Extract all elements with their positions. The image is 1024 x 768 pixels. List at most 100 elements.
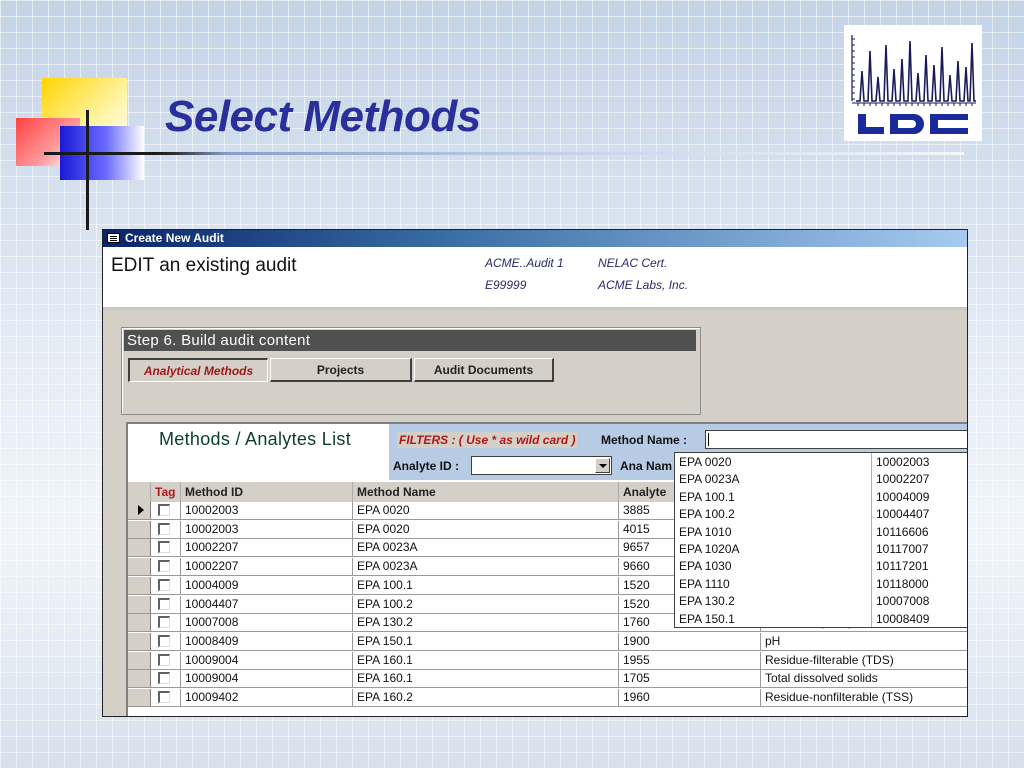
cell-method-name[interactable]: EPA 0020	[353, 502, 619, 519]
row-selector[interactable]	[128, 651, 151, 669]
cell-method-name[interactable]: EPA 160.1	[353, 670, 619, 688]
slide-title: Select Methods	[165, 92, 481, 141]
dropdown-item-id: 10007008	[876, 594, 930, 609]
tag-checkbox[interactable]	[158, 578, 170, 591]
ldc-logo	[844, 25, 982, 141]
audit-code: E99999	[485, 278, 527, 292]
tag-checkbox[interactable]	[158, 560, 170, 573]
dropdown-item[interactable]: EPA 1010 10116606	[675, 524, 967, 542]
cell-method-name[interactable]: EPA 0020	[353, 520, 619, 538]
tag-checkbox[interactable]	[158, 634, 170, 647]
row-selector[interactable]	[128, 670, 151, 688]
tag-checkbox[interactable]	[158, 672, 170, 685]
cell-method-name[interactable]: EPA 160.2	[353, 689, 619, 706]
row-selector[interactable]	[128, 576, 151, 594]
table-row[interactable]: 10008409 EPA 150.1 1900 pH	[128, 632, 967, 651]
cell-method-id[interactable]: 10008409	[181, 632, 353, 650]
decor-vertical-line	[86, 110, 89, 230]
analyte-id-combo[interactable]	[471, 456, 612, 475]
dropdown-item[interactable]: EPA 1020A 10117007	[675, 541, 967, 559]
dropdown-item-name: EPA 0023A	[679, 472, 740, 487]
cell-method-id[interactable]: 10007008	[181, 614, 353, 632]
cell-method-id[interactable]: 10004009	[181, 576, 353, 594]
cell-method-name[interactable]: EPA 150.1	[353, 632, 619, 650]
cell-analyte-name[interactable]: pH	[761, 633, 967, 650]
cell-analyte-id[interactable]: 1955	[619, 651, 761, 669]
header-selector	[128, 482, 151, 502]
tag-checkbox[interactable]	[158, 541, 170, 554]
cell-method-id[interactable]: 10002207	[181, 539, 353, 557]
cell-method-name[interactable]: EPA 0023A	[353, 558, 619, 576]
tag-checkbox[interactable]	[158, 504, 170, 516]
dropdown-item-name: EPA 1030	[679, 559, 732, 574]
method-name-dropdown-list[interactable]: EPA 0020 10002003 EPA 0023A 10002207 EPA 100…	[674, 452, 967, 629]
row-selector[interactable]	[128, 689, 151, 706]
cell-method-name[interactable]: EPA 0023A	[353, 539, 619, 557]
cell-analyte-id[interactable]: 1960	[619, 689, 761, 706]
row-selector[interactable]	[128, 595, 151, 613]
row-selector[interactable]	[128, 539, 151, 557]
cell-method-id[interactable]: 10009004	[181, 670, 353, 688]
dropdown-item-name: EPA 100.1	[679, 489, 735, 504]
tab-audit-documents[interactable]: Audit Documents	[414, 358, 554, 382]
cell-analyte-id[interactable]: 1900	[619, 632, 761, 650]
cell-method-id[interactable]: 10009004	[181, 651, 353, 669]
window-titlebar[interactable]: Create New Audit	[103, 230, 967, 247]
dropdown-item[interactable]: EPA 100.1 10004009	[675, 489, 967, 507]
dropdown-item-name: EPA 100.2	[679, 507, 735, 522]
window-title: Create New Audit	[125, 231, 224, 245]
row-selector[interactable]	[128, 632, 151, 650]
cell-method-id[interactable]: 10004407	[181, 595, 353, 613]
tag-checkbox[interactable]	[158, 616, 170, 629]
tag-checkbox[interactable]	[158, 597, 170, 610]
dropdown-item-id: 10004407	[876, 507, 930, 522]
dropdown-item-id: 10008409	[876, 611, 930, 626]
method-name-input[interactable]	[705, 430, 967, 449]
cell-analyte-name[interactable]: Residue-filterable (TDS)	[761, 652, 967, 669]
cell-method-id[interactable]: 10002207	[181, 558, 353, 576]
step-panel: Step 6. Build audit content Analytical M…	[121, 327, 701, 415]
tag-checkbox[interactable]	[158, 691, 170, 703]
audit-name: ACME..Audit 1	[485, 256, 564, 270]
cell-method-name[interactable]: EPA 100.1	[353, 576, 619, 594]
cell-analyte-id[interactable]: 1705	[619, 670, 761, 688]
col-header-method-id[interactable]: Method ID	[181, 482, 353, 502]
dropdown-item-id: 10002003	[876, 455, 930, 469]
table-row[interactable]: 10009402 EPA 160.2 1960 Residue-nonfilterab…	[128, 689, 967, 707]
table-row[interactable]: 10009004 EPA 160.1 1705 Total dissolved sol…	[128, 670, 967, 689]
cell-analyte-name[interactable]: Total dissolved solids	[761, 670, 967, 687]
chevron-down-icon[interactable]	[595, 458, 610, 473]
dropdown-item[interactable]: EPA 1110 10118000	[675, 576, 967, 594]
logo-chromatogram-icon	[851, 35, 976, 106]
col-header-method-name[interactable]: Method Name	[353, 482, 619, 502]
audit-header: EDIT an existing audit ACME..Audit 1 NEL…	[103, 247, 967, 310]
lab-name: ACME Labs, Inc.	[598, 278, 689, 292]
dropdown-item[interactable]: EPA 100.2 10004407	[675, 506, 967, 524]
cell-method-name[interactable]: EPA 100.2	[353, 595, 619, 613]
cell-analyte-name[interactable]: Residue-nonfilterable (TSS)	[761, 689, 967, 706]
tag-checkbox[interactable]	[158, 653, 170, 666]
row-selector[interactable]	[128, 614, 151, 632]
cell-method-id[interactable]: 10002003	[181, 502, 353, 519]
tab-analytical-methods[interactable]: Analytical Methods	[128, 358, 268, 382]
cell-method-name[interactable]: EPA 130.2	[353, 614, 619, 632]
dropdown-item[interactable]: EPA 130.2 10007008	[675, 593, 967, 611]
col-header-tag[interactable]: Tag	[151, 482, 181, 502]
tag-checkbox[interactable]	[158, 522, 170, 535]
dropdown-item[interactable]: EPA 0023A 10002207	[675, 471, 967, 489]
cell-method-id[interactable]: 10009402	[181, 689, 353, 706]
row-selector-current-icon[interactable]	[128, 502, 151, 519]
logo-letters	[854, 111, 972, 137]
filters-label: FILTERS : ( Use * as wild card )	[397, 432, 578, 448]
table-row[interactable]: 10009004 EPA 160.1 1955 Residue-filterable …	[128, 651, 967, 670]
analyte-name-label: Ana Nam	[620, 459, 673, 473]
cell-method-name[interactable]: EPA 160.1	[353, 651, 619, 669]
cell-method-id[interactable]: 10002003	[181, 520, 353, 538]
dropdown-item-name: EPA 1020A	[679, 542, 740, 556]
tab-projects[interactable]: Projects	[270, 358, 412, 382]
dropdown-item[interactable]: EPA 1030 10117201	[675, 558, 967, 576]
row-selector[interactable]	[128, 520, 151, 538]
dropdown-item[interactable]: EPA 0020 10002003	[675, 454, 967, 472]
row-selector[interactable]	[128, 558, 151, 576]
dropdown-item[interactable]: EPA 150.1 10008409	[675, 611, 967, 629]
